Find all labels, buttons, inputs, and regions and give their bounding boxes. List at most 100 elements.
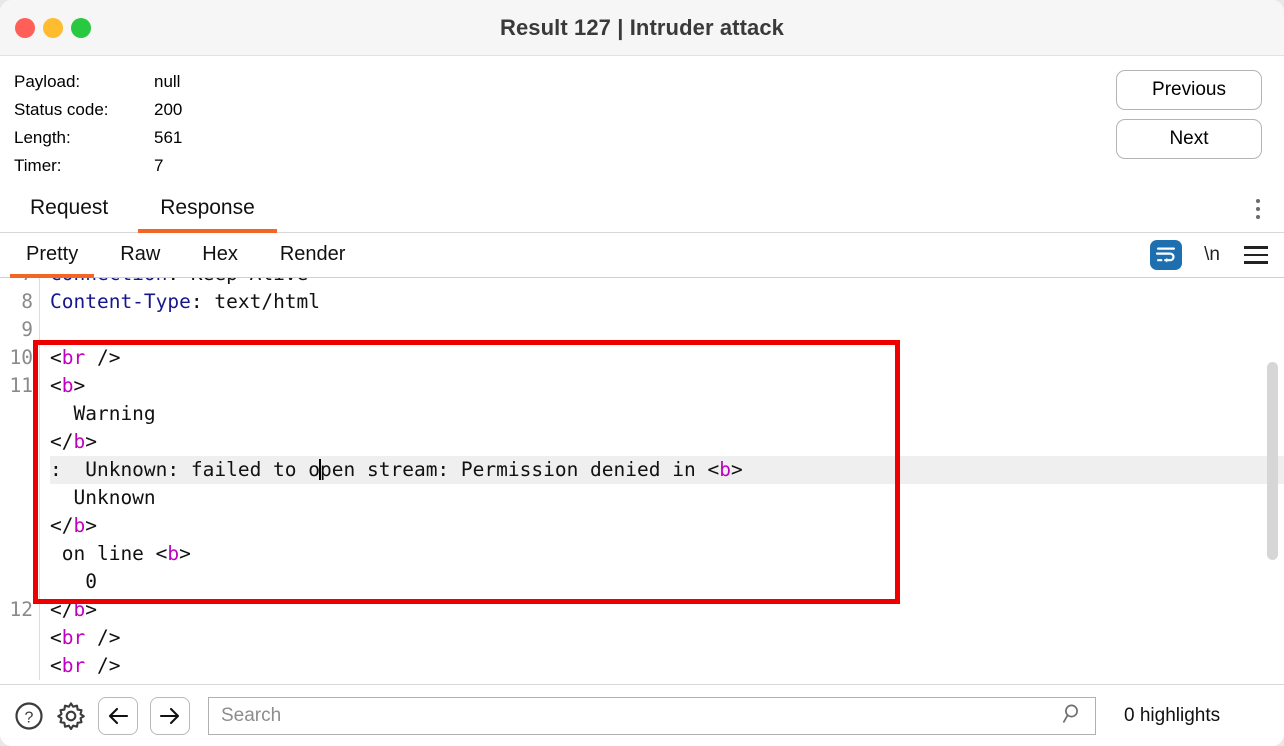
code-token: b <box>73 430 86 453</box>
code-token: b <box>719 458 731 481</box>
code-scroll-content: 789101112 Connection: Keep-AliveContent-… <box>0 278 1284 680</box>
status-code-value: 200 <box>154 100 183 119</box>
info-row-status-code: Status code: 200 <box>14 96 1284 124</box>
arrow-left-icon <box>108 707 129 724</box>
code-line[interactable]: <b> <box>50 372 1284 400</box>
search-previous-button[interactable] <box>98 696 138 735</box>
maximize-window-icon[interactable] <box>71 17 91 38</box>
code-line[interactable]: Connection: Keep-Alive <box>50 278 1284 288</box>
response-viewer[interactable]: 789101112 Connection: Keep-AliveContent-… <box>0 278 1284 684</box>
line-number <box>0 512 33 540</box>
code-token: br <box>61 654 86 677</box>
code-line[interactable]: on line <b> <box>50 540 1284 568</box>
kebab-dot <box>1256 215 1260 219</box>
line-number <box>0 456 33 484</box>
search-next-button[interactable] <box>150 696 190 735</box>
vertical-scrollbar[interactable] <box>1267 362 1278 560</box>
code-token: : text/html <box>190 290 321 313</box>
code-token: </ <box>50 430 74 453</box>
code-token: br <box>61 346 86 369</box>
code-line[interactable]: <br /> <box>50 344 1284 372</box>
line-number: 11 <box>9 374 33 397</box>
window-title: Result 127 | Intruder attack <box>499 14 785 40</box>
line-number: 12 <box>9 598 33 621</box>
svg-text:?: ? <box>25 709 34 726</box>
code-line[interactable]: <br /> <box>50 652 1284 680</box>
status-code-label: Status code: <box>14 100 109 119</box>
tab-response[interactable]: Response <box>138 196 277 233</box>
code-line[interactable]: Content-Type: text/html <box>50 288 1284 316</box>
tab-hex[interactable]: Hex <box>186 243 254 278</box>
code-token: pen stream: Permission denied in <box>320 458 708 481</box>
code-line[interactable]: : Unknown: failed to open stream: Permis… <box>50 456 1284 484</box>
code-token: : Keep-Alive <box>167 278 308 285</box>
code-token: br <box>61 626 86 649</box>
code-token: < <box>707 458 720 481</box>
code-token: </ <box>50 598 74 621</box>
newline-toggle[interactable]: \n <box>1204 244 1220 266</box>
line-number: 10 <box>9 346 33 369</box>
kebab-dot <box>1256 207 1260 211</box>
timer-label: Timer: <box>14 156 62 175</box>
code-token: b <box>73 514 86 537</box>
code-token: Unknown <box>50 486 156 509</box>
next-button[interactable]: Next <box>1116 119 1262 159</box>
title-bar: Result 127 | Intruder attack <box>0 0 1284 56</box>
code-line[interactable]: </b> <box>50 596 1284 624</box>
code-token: > <box>85 514 97 537</box>
highlights-count: 0 highlights <box>1124 704 1221 726</box>
tab-render[interactable]: Render <box>264 243 362 278</box>
result-navigation: Previous Next <box>1116 70 1262 159</box>
code-token: b <box>167 542 180 565</box>
payload-label: Payload: <box>14 72 81 91</box>
hamburger-line <box>1244 253 1268 257</box>
view-mode-tabs: Pretty Raw Hex Render \n <box>0 233 1284 278</box>
close-window-icon[interactable] <box>15 17 35 38</box>
code-token: > <box>73 374 86 397</box>
traffic-lights <box>15 17 91 38</box>
tab-request[interactable]: Request <box>8 196 130 233</box>
line-number <box>0 568 33 596</box>
code-token: > <box>85 430 97 453</box>
code-token: < <box>50 626 62 649</box>
more-options-icon[interactable] <box>1248 195 1268 223</box>
line-number-gutter: 7 8 9 10 11 12 <box>0 278 40 680</box>
code-line[interactable]: Unknown <box>50 484 1284 512</box>
hamburger-menu-icon[interactable] <box>1242 244 1270 266</box>
hamburger-line <box>1244 261 1268 264</box>
help-icon[interactable]: ? <box>14 701 44 731</box>
code-line[interactable] <box>50 316 1284 344</box>
payload-value: null <box>154 72 181 91</box>
code-line[interactable]: </b> <box>50 428 1284 456</box>
code-token: < <box>50 346 62 369</box>
kebab-dot <box>1256 199 1260 203</box>
message-tabs: Request Response <box>0 186 1284 233</box>
word-wrap-icon[interactable] <box>1150 240 1183 270</box>
minimize-window-icon[interactable] <box>43 17 63 38</box>
search-input[interactable] <box>208 696 1096 735</box>
code-token: < <box>50 374 62 397</box>
tab-raw[interactable]: Raw <box>104 243 176 278</box>
code-content[interactable]: Connection: Keep-AliveContent-Type: text… <box>40 278 1284 680</box>
code-token: < <box>155 542 168 565</box>
hamburger-line <box>1244 246 1268 249</box>
search-toolbar: ? Search 0 highlights <box>0 684 1284 746</box>
length-value: 561 <box>154 128 183 147</box>
search-field-wrapper <box>208 696 1096 735</box>
code-line[interactable]: <br /> <box>50 624 1284 652</box>
code-token: > <box>85 598 97 621</box>
previous-button[interactable]: Previous <box>1116 70 1262 110</box>
code-token: /> <box>85 654 121 677</box>
tab-pretty[interactable]: Pretty <box>10 243 95 278</box>
code-token: > <box>730 458 743 481</box>
gear-icon[interactable] <box>56 701 86 731</box>
result-window: Result 127 | Intruder attack Payload: nu… <box>0 0 1284 746</box>
code-token: /> <box>85 346 121 369</box>
code-token: < <box>50 654 62 677</box>
info-row-payload: Payload: null <box>14 68 1284 96</box>
code-token: Warning <box>50 402 156 425</box>
line-number: 9 <box>21 318 33 341</box>
code-line[interactable]: 0 <box>50 568 1284 596</box>
code-line[interactable]: Warning <box>50 400 1284 428</box>
code-line[interactable]: </b> <box>50 512 1284 540</box>
